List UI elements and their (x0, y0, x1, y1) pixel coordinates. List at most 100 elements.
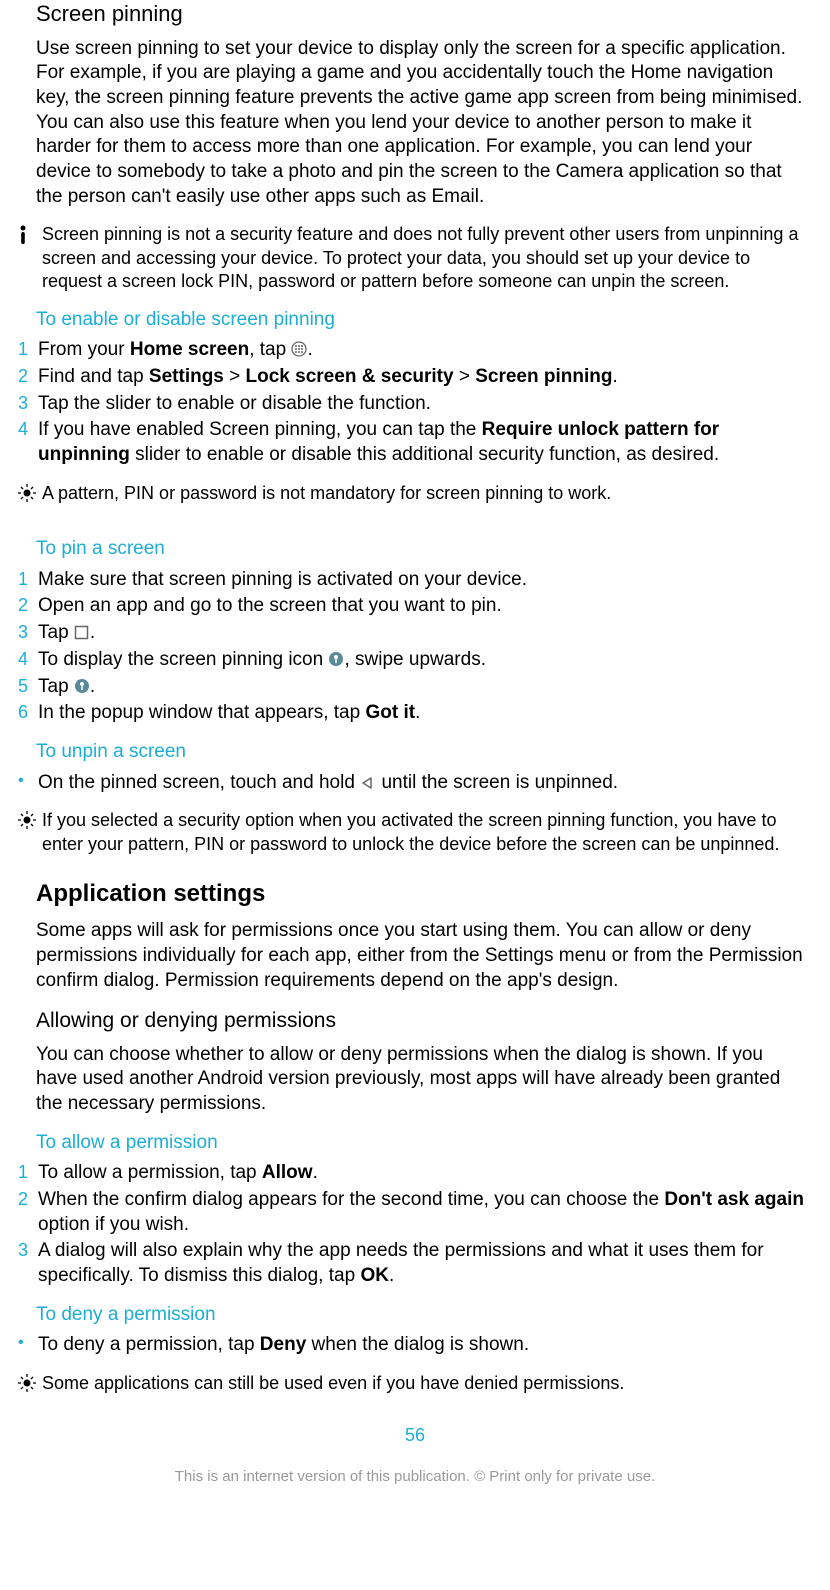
section-title-screen-pinning: Screen pinning (36, 0, 812, 29)
page-number: 56 (18, 1424, 812, 1447)
allow-step-2: 2 When the confirm dialog appears for th… (18, 1188, 812, 1237)
t: > (454, 366, 476, 387)
unpin-steps: • On the pinned screen, touch and hold u… (18, 771, 812, 796)
pin-circle-icon (74, 677, 90, 693)
t: Tap (38, 622, 74, 643)
screen-pinning-intro: Use screen pinning to set your device to… (36, 37, 806, 210)
heading-unpin-screen: To unpin a screen (36, 740, 812, 765)
step-number: 6 (18, 701, 38, 724)
t: . (415, 702, 420, 723)
step-number: 1 (18, 1161, 38, 1184)
heading-enable-pinning: To enable or disable screen pinning (36, 308, 812, 333)
step-text: To deny a permission, tap Deny when the … (38, 1333, 812, 1358)
pin-step-3: 3 Tap . (18, 621, 812, 646)
enable-step-3: 3 Tap the slider to enable or disable th… (18, 392, 812, 417)
step-number: 2 (18, 1188, 38, 1211)
t: To allow a permission, tap (38, 1162, 262, 1183)
manual-page: Screen pinning Use screen pinning to set… (0, 0, 830, 1486)
step-text: Tap the slider to enable or disable the … (38, 392, 812, 417)
warning-note: Screen pinning is not a security feature… (18, 223, 812, 293)
step-number: 3 (18, 392, 38, 415)
t: If you have enabled Screen pinning, you … (38, 419, 482, 440)
unpin-step-1: • On the pinned screen, touch and hold u… (18, 771, 812, 796)
pin-circle-icon (328, 650, 344, 666)
footer-note: This is an internet version of this publ… (18, 1467, 812, 1487)
t: To deny a permission, tap (38, 1334, 260, 1355)
step-text: In the popup window that appears, tap Go… (38, 701, 812, 726)
bold-got-it: Got it (365, 702, 415, 723)
step-text: A dialog will also explain why the app n… (38, 1239, 812, 1288)
lightbulb-icon (18, 809, 42, 831)
deny-steps: • To deny a permission, tap Deny when th… (18, 1333, 812, 1358)
enable-step-2: 2 Find and tap Settings > Lock screen & … (18, 365, 812, 390)
tip-note: If you selected a security option when y… (18, 809, 812, 856)
t: From your (38, 339, 130, 360)
step-text: Find and tap Settings > Lock screen & se… (38, 365, 812, 390)
t: . (90, 622, 95, 643)
tip-text: If you selected a security option when y… (42, 809, 812, 856)
step-text: On the pinned screen, touch and hold unt… (38, 771, 812, 796)
step-text: Open an app and go to the screen that yo… (38, 594, 812, 619)
enable-step-1: 1 From your Home screen, tap . (18, 338, 812, 363)
deny-step-1: • To deny a permission, tap Deny when th… (18, 1333, 812, 1358)
allow-step-3: 3 A dialog will also explain why the app… (18, 1239, 812, 1288)
apps-grid-icon (291, 340, 307, 356)
allow-step-1: 1 To allow a permission, tap Allow. (18, 1161, 812, 1186)
bullet-icon: • (18, 771, 38, 792)
t: option if you wish. (38, 1214, 189, 1235)
t: Tap (38, 676, 74, 697)
step-text: If you have enabled Screen pinning, you … (38, 418, 812, 467)
t: > (224, 366, 246, 387)
tip-text: A pattern, PIN or password is not mandat… (42, 482, 812, 505)
pin-step-2: 2 Open an app and go to the screen that … (18, 594, 812, 619)
app-settings-intro: Some apps will ask for permissions once … (36, 919, 806, 993)
bold-allow: Allow (262, 1162, 313, 1183)
heading-allow-deny: Allowing or denying permissions (36, 1007, 812, 1034)
step-number: 2 (18, 594, 38, 617)
step-text: To display the screen pinning icon , swi… (38, 648, 812, 673)
pin-step-6: 6 In the popup window that appears, tap … (18, 701, 812, 726)
recent-apps-square-icon (74, 623, 90, 639)
pin-step-5: 5 Tap . (18, 675, 812, 700)
exclamation-icon (18, 223, 42, 249)
t: when the dialog is shown. (306, 1334, 529, 1355)
bold-screen-pinning: Screen pinning (475, 366, 612, 387)
lightbulb-icon (18, 482, 42, 504)
t: A dialog will also explain why the app n… (38, 1240, 764, 1286)
lightbulb-icon (18, 1372, 42, 1394)
t: In the popup window that appears, tap (38, 702, 365, 723)
step-number: 4 (18, 648, 38, 671)
bold-lockscreen: Lock screen & security (246, 366, 454, 387)
step-text: Tap . (38, 675, 812, 700)
step-number: 3 (18, 1239, 38, 1262)
step-text: Tap . (38, 621, 812, 646)
enable-step-4: 4 If you have enabled Screen pinning, yo… (18, 418, 812, 467)
t: , tap (249, 339, 291, 360)
bold-home-screen: Home screen (130, 339, 249, 360)
step-text: From your Home screen, tap . (38, 338, 812, 363)
tip-text: Some applications can still be used even… (42, 1372, 812, 1395)
step-text: To allow a permission, tap Allow. (38, 1161, 812, 1186)
heading-allow-permission: To allow a permission (36, 1131, 812, 1156)
step-number: 4 (18, 418, 38, 441)
step-text: Make sure that screen pinning is activat… (38, 568, 812, 593)
pin-steps: 1 Make sure that screen pinning is activ… (18, 568, 812, 726)
t: . (612, 366, 617, 387)
step-text: When the confirm dialog appears for the … (38, 1188, 812, 1237)
t: . (389, 1265, 394, 1286)
step-number: 3 (18, 621, 38, 644)
bullet-icon: • (18, 1333, 38, 1354)
back-triangle-icon (360, 773, 376, 789)
t: slider to enable or disable this additio… (130, 444, 719, 465)
enable-steps: 1 From your Home screen, tap . 2 Find an… (18, 338, 812, 467)
t: When the confirm dialog appears for the … (38, 1189, 664, 1210)
t: To display the screen pinning icon (38, 649, 328, 670)
bold-ok: OK (360, 1265, 389, 1286)
t: , swipe upwards. (344, 649, 486, 670)
allow-deny-intro: You can choose whether to allow or deny … (36, 1043, 806, 1117)
t: . (313, 1162, 318, 1183)
bold-deny: Deny (260, 1334, 306, 1355)
heading-deny-permission: To deny a permission (36, 1303, 812, 1328)
step-number: 1 (18, 568, 38, 591)
section-title-app-settings: Application settings (36, 878, 812, 909)
